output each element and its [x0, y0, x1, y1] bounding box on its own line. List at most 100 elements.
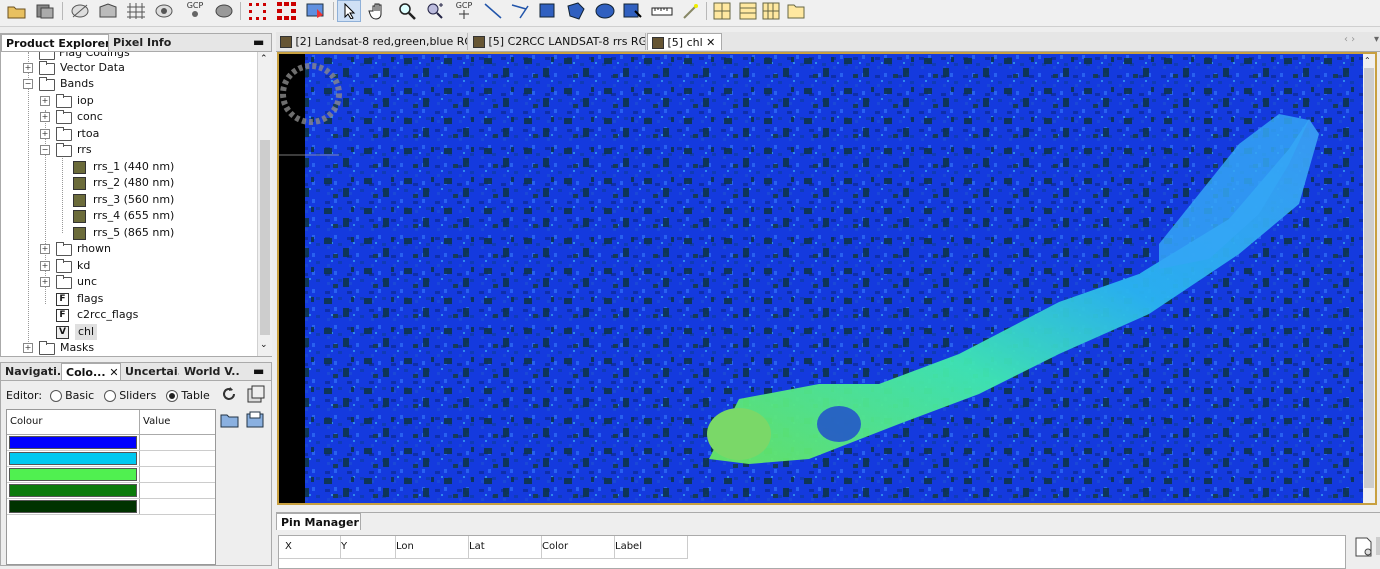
scrollbar-thumb[interactable] [1364, 68, 1374, 488]
tree-item-unc[interactable]: + unc [40, 274, 240, 290]
tree-item-conc[interactable]: + conc [40, 109, 240, 125]
column-header-lat[interactable]: Lat [463, 536, 542, 559]
tile-single-icon[interactable] [784, 0, 808, 22]
minimize-icon[interactable]: ▬ [253, 35, 264, 49]
tree-item-rhown[interactable]: + rhown [40, 241, 240, 257]
gcp-manager-icon[interactable] [275, 0, 299, 22]
radio-table[interactable] [165, 390, 178, 402]
column-header-y[interactable]: Y [335, 536, 396, 559]
magic-wand-tool-icon[interactable] [679, 0, 703, 22]
colour-value[interactable] [139, 482, 215, 499]
minimize-icon[interactable]: ▬ [253, 364, 264, 378]
tree-scrollbar[interactable]: ⌃ ⌄ [257, 52, 272, 356]
tab-pixel-info[interactable]: Pixel Info [109, 34, 189, 51]
scroll-up-icon[interactable]: ⌃ [1364, 56, 1371, 65]
close-product-icon[interactable] [33, 0, 57, 22]
tab-navigation[interactable]: Navigati... [1, 363, 61, 380]
close-icon[interactable]: ✕ [706, 36, 715, 49]
world-map-icon[interactable] [124, 0, 148, 22]
graticule-icon[interactable] [96, 0, 120, 22]
gcp-placing-tool-icon[interactable]: GCP [450, 0, 478, 22]
tree-item-bands[interactable]: − Bands [23, 76, 223, 92]
tree-item-rrs-5[interactable]: rrs_5 (865 nm) [73, 225, 253, 241]
rectangle-drawing-tool-icon[interactable] [536, 0, 560, 22]
tab-pin-manager[interactable]: Pin Manager ✕ [276, 513, 361, 530]
tile-vertically-icon[interactable] [759, 0, 783, 22]
tab-list-icon[interactable]: ▾ [1374, 34, 1379, 45]
tree-item-masks[interactable]: + Masks [23, 340, 223, 356]
colour-value[interactable] [139, 450, 215, 467]
tree-item-chl[interactable]: V chl [56, 324, 256, 340]
tab-colour-manipulation[interactable]: Colo... ✕ [61, 363, 121, 380]
pin-overlay-icon[interactable] [152, 0, 176, 22]
pin-placing-tool-icon[interactable] [423, 0, 447, 22]
tree-item-iop[interactable]: + iop [40, 93, 240, 109]
colour-table-row[interactable] [7, 482, 215, 499]
scrollbar-thumb[interactable] [260, 140, 270, 335]
column-header-label[interactable]: Label [609, 536, 688, 559]
colour-table-row[interactable] [7, 450, 215, 467]
tree-item-rrs[interactable]: − rrs [40, 142, 240, 158]
chl-image-canvas[interactable]: ⌃ [277, 52, 1377, 505]
colour-table-row[interactable] [7, 498, 215, 515]
tree-item-rrs-1[interactable]: rrs_1 (440 nm) [73, 159, 253, 175]
zoom-tool-icon[interactable] [395, 0, 419, 22]
scroll-down-icon[interactable]: ⌄ [260, 340, 268, 350]
ellipse-drawing-tool-icon[interactable] [593, 0, 617, 22]
column-header-colour[interactable]: Colour [7, 410, 140, 435]
tile-horizontally-icon[interactable] [736, 0, 760, 22]
open-product-icon[interactable] [5, 0, 29, 22]
tree-item-c2rcc-flags[interactable]: F c2rcc_flags [56, 307, 256, 323]
colour-value[interactable] [139, 466, 215, 483]
tab-world-view[interactable]: World V... [180, 363, 240, 380]
tree-item-rrs-4[interactable]: rrs_4 (655 nm) [73, 208, 253, 224]
radio-sliders[interactable] [103, 390, 116, 402]
colour-swatch[interactable] [7, 434, 140, 451]
tab-landsat-rgb[interactable]: [2] Landsat-8 red,green,blue RGB ✕ [276, 33, 468, 50]
shape-overlay-icon[interactable] [212, 0, 236, 22]
tree-item-rtoa[interactable]: + rtoa [40, 126, 240, 142]
multi-apply-icon[interactable] [246, 385, 266, 408]
insert-figure-tool-icon[interactable] [621, 0, 645, 22]
colour-swatch[interactable] [7, 482, 140, 499]
colour-value[interactable] [139, 498, 215, 515]
tab-chl[interactable]: [5] chl ✕ [647, 33, 722, 50]
line-drawing-tool-icon[interactable] [481, 0, 505, 22]
image-vertical-scrollbar[interactable]: ⌃ [1363, 54, 1375, 503]
tree-item-rrs-3[interactable]: rrs_3 (560 nm) [73, 192, 253, 208]
pan-tool-icon[interactable] [366, 0, 390, 22]
column-header-x[interactable]: X [279, 536, 341, 559]
tree-item-vector-data[interactable]: + Vector Data [23, 60, 223, 76]
pin-manager-icon[interactable] [246, 0, 270, 22]
tab-product-explorer[interactable]: Product Explorer [1, 34, 109, 51]
no-data-overlay-icon[interactable] [68, 0, 92, 22]
tree-item-rrs-2[interactable]: rrs_2 (480 nm) [73, 175, 253, 191]
column-header-color[interactable]: Color [536, 536, 615, 559]
colour-value[interactable] [139, 434, 215, 451]
gcp-overlay-icon[interactable]: GCP [180, 0, 210, 22]
polygon-drawing-tool-icon[interactable] [564, 0, 588, 22]
colour-table-row[interactable] [7, 434, 215, 451]
colour-swatch[interactable] [7, 498, 140, 515]
polyline-drawing-tool-icon[interactable] [508, 0, 532, 22]
select-tool-icon[interactable] [337, 0, 361, 22]
column-header-lon[interactable]: Lon [390, 536, 469, 559]
colour-table-row[interactable] [7, 466, 215, 483]
colour-swatch[interactable] [7, 450, 140, 467]
tree-item-flags[interactable]: F flags [56, 291, 256, 307]
tile-evenly-icon[interactable] [710, 0, 734, 22]
colour-swatch[interactable] [7, 466, 140, 483]
export-icon[interactable] [246, 411, 266, 432]
column-header-value[interactable]: Value [139, 410, 215, 435]
close-icon[interactable]: ✕ [109, 366, 118, 379]
reset-icon[interactable] [220, 385, 238, 406]
export-mask-icon[interactable] [304, 0, 328, 22]
new-pin-icon[interactable] [1354, 537, 1374, 560]
scroll-up-icon[interactable]: ⌃ [260, 54, 268, 64]
tab-uncertainty[interactable]: Uncertai... [121, 363, 179, 380]
radio-basic[interactable] [49, 390, 62, 402]
tab-c2rcc-rgb[interactable]: [5] C2RCC LANDSAT-8 rrs RGB ✕ [469, 33, 646, 50]
tree-item-kd[interactable]: + kd [40, 258, 240, 274]
range-finder-tool-icon[interactable] [650, 0, 674, 22]
import-icon[interactable] [220, 411, 240, 432]
